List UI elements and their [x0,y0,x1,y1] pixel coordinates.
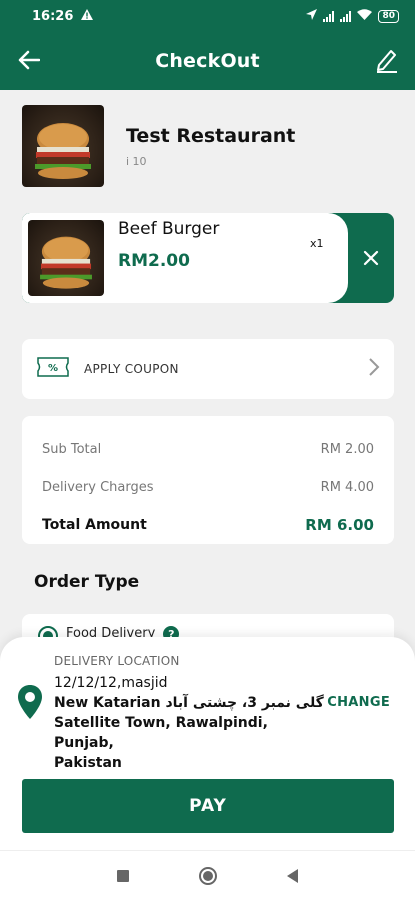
restaurant-image [22,105,104,187]
location-pin-icon [18,685,42,723]
close-icon [363,250,379,266]
delivery-value: RM 4.00 [320,479,374,495]
remove-item-button[interactable] [348,213,394,303]
apply-coupon-button[interactable]: % APPLY COUPON [22,339,394,399]
coupon-icon: % [36,356,70,382]
bottom-sheet: DELIVERY LOCATION 12/12/12,masjid New Ka… [0,637,415,850]
app-bar: CheckOut [0,32,415,90]
recents-button[interactable] [117,869,129,882]
signal-icon-2 [340,10,352,22]
back-button[interactable] [14,45,44,75]
subtotal-value: RM 2.00 [320,441,374,457]
clock: 16:26 [32,8,74,24]
total-label: Total Amount [42,517,147,533]
coupon-label: APPLY COUPON [84,362,179,376]
battery-icon: 80 [378,9,399,23]
pencil-icon [377,50,397,73]
item-image [28,220,104,296]
address-line-2: New Katarian گلی نمبر 3، چشتی آباد [54,695,324,711]
pay-button[interactable]: PAY [22,779,394,833]
svg-text:%: % [48,363,58,374]
status-bar: 16:26 80 [0,0,415,32]
location-arrow-icon [306,9,318,23]
item-quantity: x1 [310,237,324,250]
home-button[interactable] [199,866,217,885]
page-title: CheckOut [155,50,260,72]
delivery-label: Delivery Charges [42,479,154,495]
item-name: Beef Burger [118,219,220,239]
edit-button[interactable] [371,44,403,76]
chevron-right-icon [368,357,380,381]
restaurant-header: Test Restaurant i 10 [22,104,393,188]
total-row: Total Amount RM 6.00 [42,506,374,544]
arrow-left-icon [18,50,40,70]
system-back-button[interactable] [287,868,298,883]
delivery-location-label: DELIVERY LOCATION [54,654,180,668]
address-line-4: Pakistan [54,755,122,771]
change-location-button[interactable]: CHANGE [327,695,390,710]
signal-icon [323,10,335,22]
restaurant-name: Test Restaurant [126,124,296,147]
order-type-title: Order Type [34,572,140,592]
subtotal-row: Sub Total RM 2.00 [42,430,374,468]
restaurant-subtitle: i 10 [126,154,147,168]
warning-icon [81,8,94,24]
address-line-3: Satellite Town, Rawalpindi, Punjab, [54,715,268,751]
total-value: RM 6.00 [305,516,374,534]
subtotal-label: Sub Total [42,441,102,457]
address-line-1: 12/12/12,masjid [54,675,168,691]
cart-item: Beef Burger RM2.00 x1 [22,213,394,303]
delivery-row: Delivery Charges RM 4.00 [42,468,374,506]
wifi-icon [357,9,373,23]
delivery-address: 12/12/12,masjid New Katarian گلی نمبر 3،… [54,673,324,773]
item-price: RM2.00 [118,251,190,271]
system-nav-bar [0,850,415,900]
order-summary: Sub Total RM 2.00 Delivery Charges RM 4.… [22,416,394,544]
